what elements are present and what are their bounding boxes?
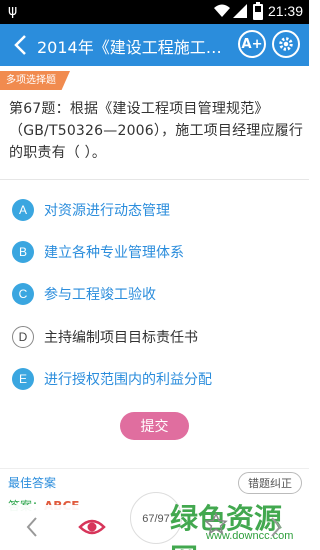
option-label: 参与工程竣工验收 (44, 287, 156, 303)
signal-icon (233, 4, 247, 18)
watermark-title: 绿色资源网 (170, 502, 283, 550)
next-arrow-icon[interactable] (266, 512, 286, 542)
option-b[interactable]: B 建立各种专业管理体系 (12, 240, 184, 264)
option-letter: D (12, 326, 34, 348)
option-label: 进行授权范围内的利益分配 (44, 372, 212, 388)
page-title: 2014年《建设工程施工管理》 (37, 38, 227, 57)
option-letter: C (12, 283, 34, 305)
option-letter: B (12, 241, 34, 263)
wifi-icon (214, 4, 230, 17)
app-header: 2014年《建设工程施工管理》 A+ (0, 24, 309, 66)
back-arrow-icon[interactable] (10, 33, 34, 57)
option-e[interactable]: E 进行授权范围内的利益分配 (12, 367, 212, 391)
option-label: 主持编制项目目标责任书 (44, 330, 198, 346)
question-type-tag: 多项选择题 (0, 71, 70, 90)
option-letter: E (12, 368, 34, 390)
option-d[interactable]: D 主持编制项目目标责任书 (12, 325, 198, 349)
submit-button[interactable]: 提交 (120, 412, 189, 440)
divider (0, 179, 309, 180)
option-letter: A (12, 199, 34, 221)
eye-icon[interactable] (78, 516, 106, 538)
usb-icon: ψ (8, 3, 18, 19)
question-text: 第67题：根据《建设工程项目管理规范》（GB/T50326—2006），施工项目… (9, 101, 304, 161)
settings-button[interactable] (272, 30, 300, 58)
battery-icon (253, 2, 263, 20)
option-a[interactable]: A 对资源进行动态管理 (12, 198, 170, 222)
option-label: 建立各种专业管理体系 (44, 245, 184, 261)
error-correction-button[interactable]: 错题纠正 (238, 472, 302, 494)
star-icon[interactable] (204, 512, 228, 536)
status-time: 21:39 (267, 3, 303, 19)
prev-arrow-icon[interactable] (22, 512, 42, 542)
option-c[interactable]: C 参与工程竣工验收 (12, 282, 156, 306)
best-answer-title: 最佳答案 (8, 476, 57, 490)
status-bar: ψ 21:39 (0, 0, 309, 24)
settings-gear-icon (279, 37, 293, 51)
option-label: 对资源进行动态管理 (44, 203, 170, 219)
font-size-button[interactable]: A+ (238, 30, 266, 58)
